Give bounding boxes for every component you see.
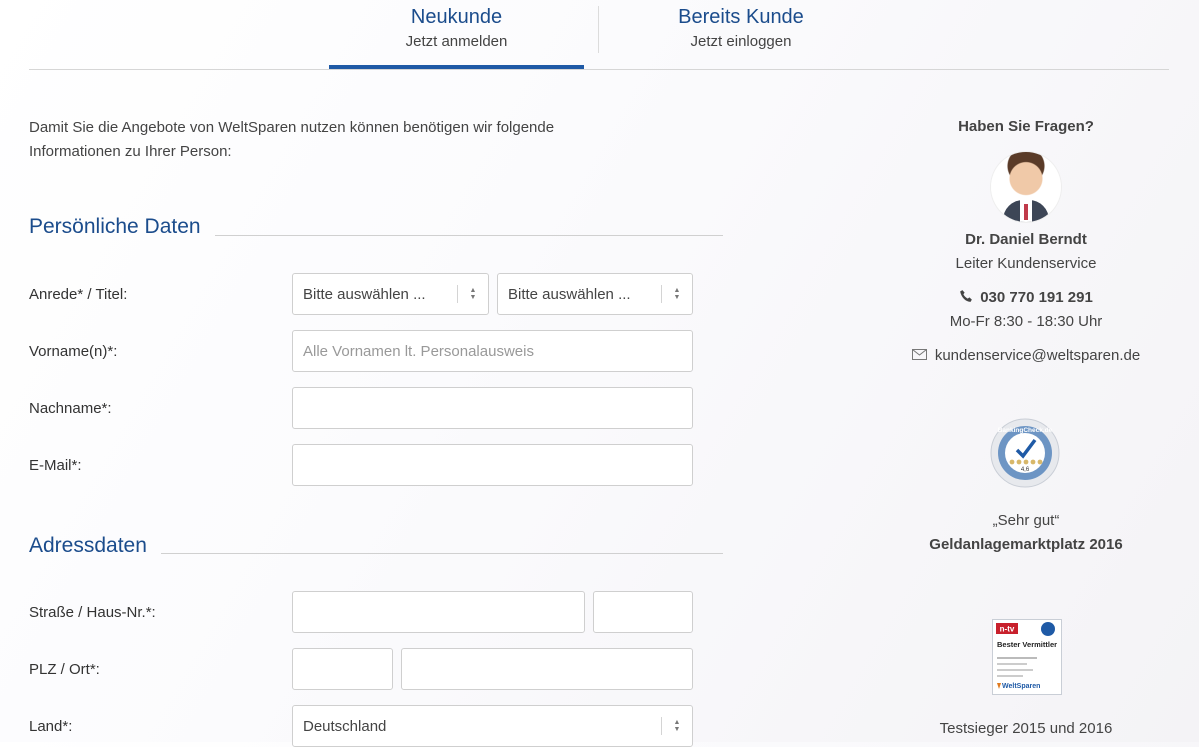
bankingcheck-badge: 4,6 BankingCheck.de (990, 418, 1060, 488)
firstname-label: Vorname(n)*: (29, 343, 118, 360)
country-label: Land*: (29, 718, 73, 735)
ntv-award-badge: n-tv Bester Vermittler WeltSparen (992, 619, 1062, 695)
contact-role: Leiter Kundenservice (955, 255, 1097, 272)
tab-neukunde[interactable]: Neukunde Jetzt anmelden (329, 0, 584, 69)
salutation-select-value: Bitte auswählen ... (303, 285, 426, 303)
ntv-title: Bester Vermittler (997, 640, 1057, 649)
contact-name: Dr. Daniel Berndt (965, 231, 1087, 248)
section-title-personal: Persönliche Daten (29, 215, 201, 238)
tab-bereits-kunde-title: Bereits Kunde (678, 6, 804, 28)
contact-email[interactable]: kundenservice@weltsparen.de (880, 347, 1172, 364)
section-divider (161, 553, 723, 554)
contact-phone-number: 030 770 191 291 (980, 289, 1093, 306)
firstname-input[interactable] (292, 330, 693, 372)
country-select[interactable]: Deutschland ▲ ▼ (292, 705, 693, 747)
email-input[interactable] (292, 444, 693, 486)
badge-brand: BankingCheck.de (998, 427, 1053, 434)
street-input[interactable] (292, 591, 585, 633)
tabs-divider (29, 69, 1169, 70)
zip-input[interactable] (292, 648, 393, 690)
contact-question: Haben Sie Fragen? (958, 118, 1094, 135)
zip-label: PLZ / Ort*: (29, 661, 100, 678)
rating-title: Geldanlagemarktplatz 2016 (929, 536, 1123, 553)
house-number-input[interactable] (593, 591, 693, 633)
city-input[interactable] (401, 648, 693, 690)
tab-bereits-kunde[interactable]: Bereits Kunde Jetzt einloggen (600, 0, 882, 52)
salutation-select[interactable]: Bitte auswählen ... ▲ ▼ (292, 273, 489, 315)
contact-hours: Mo-Fr 8:30 - 18:30 Uhr (949, 313, 1103, 330)
tab-divider (598, 6, 599, 53)
select-arrows-icon: ▲ ▼ (673, 719, 681, 733)
title-select-value: Bitte auswählen ... (508, 285, 631, 303)
select-divider (661, 717, 662, 735)
section-divider (215, 235, 723, 236)
lastname-label: Nachname*: (29, 400, 112, 417)
avatar-tie (1024, 204, 1028, 220)
tab-neukunde-title: Neukunde (410, 6, 503, 28)
email-label: E-Mail*: (29, 457, 82, 474)
intro-text: Damit Sie die Angebote von WeltSparen nu… (29, 119, 555, 160)
ntv-brand: WeltSparen (1002, 683, 1040, 690)
select-divider (457, 285, 458, 303)
select-arrows-icon: ▲ ▼ (469, 287, 477, 301)
contact-phone[interactable]: 030 770 191 291 (880, 289, 1172, 306)
street-label: Straße / Haus-Nr.*: (29, 604, 156, 621)
lastname-input[interactable] (292, 387, 693, 429)
test-winner-text: Testsieger 2015 und 2016 (939, 720, 1113, 737)
rating-quote: „Sehr gut“ (992, 512, 1060, 529)
select-divider (661, 285, 662, 303)
title-select[interactable]: Bitte auswählen ... ▲ ▼ (497, 273, 693, 315)
salutation-label: Anrede* / Titel: (29, 286, 128, 303)
section-title-address: Adressdaten (29, 534, 147, 557)
phone-icon (960, 290, 973, 302)
tab-bereits-kunde-subtitle: Jetzt einloggen (690, 33, 792, 50)
country-select-value: Deutschland (303, 717, 387, 735)
ntv-logo: n-tv (1000, 625, 1015, 634)
contact-email-address: kundenservice@weltsparen.de (934, 347, 1141, 364)
contact-avatar (991, 152, 1061, 222)
mail-icon (911, 349, 927, 360)
tab-neukunde-subtitle: Jetzt anmelden (405, 33, 508, 50)
select-arrows-icon: ▲ ▼ (673, 287, 681, 301)
badge-score: 4,6 (1021, 467, 1030, 473)
